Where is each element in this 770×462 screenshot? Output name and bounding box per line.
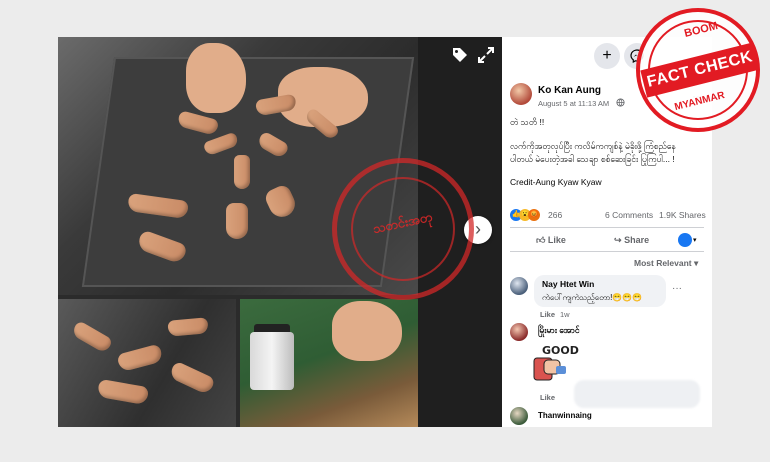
share-label: Share (624, 235, 650, 245)
fake-finger (234, 155, 250, 189)
comment-count[interactable]: 6 Comments (605, 210, 653, 220)
chevron-down-icon[interactable]: ▾ (693, 236, 697, 244)
comment-time: 1w (560, 310, 570, 319)
fake-finger (226, 203, 248, 239)
hand-ink (332, 301, 402, 361)
comment-like-link[interactable]: Like (540, 393, 555, 402)
commenter-avatar[interactable] (510, 323, 528, 341)
divider (510, 251, 704, 252)
globe-icon (616, 98, 625, 109)
good-sticker: GOOD (530, 340, 582, 384)
fake-finger (96, 378, 150, 406)
photo-fingers-closeup (58, 299, 236, 427)
reaction-count[interactable]: 266 (548, 210, 562, 220)
fake-finger (70, 320, 114, 354)
share-arrow-icon: ↪ (614, 235, 622, 245)
like-label: Like (547, 235, 566, 245)
comment-like-link[interactable]: Like (540, 310, 555, 319)
fake-finger (167, 317, 209, 337)
post-credit: Credit-Aung Kyaw Kyaw (510, 177, 602, 187)
fake-finger (116, 343, 164, 373)
share-button[interactable]: ↪ Share (614, 235, 649, 246)
commenter-avatar[interactable] (510, 277, 528, 295)
add-button[interactable]: + (594, 43, 620, 69)
sort-comments-dropdown[interactable]: Most Relevant ▾ (634, 258, 698, 269)
thumbs-up-icon: 👍︎ (536, 235, 546, 245)
sticker-text: GOOD (542, 344, 579, 357)
audience-selector[interactable] (678, 233, 692, 247)
author-avatar[interactable] (510, 83, 532, 105)
commenter-name[interactable]: Thanwinnaing (538, 411, 592, 420)
screenshot-stage: › သတင်းအတု + Ko Kan Aung August 5 at 11:… (0, 0, 770, 462)
comment-text: ကဲပေါ်ကျကဲသည့်တော!😁😁😁 (542, 293, 643, 302)
tag-icon[interactable] (450, 46, 470, 66)
hand-left (186, 43, 246, 113)
like-button[interactable]: 👍︎ Like (536, 235, 566, 246)
commenter-avatar[interactable] (510, 407, 528, 425)
post-text-line3: ပါတယ် မဲပေးတဲ့အခါ သေချာ စစ်ဆေးခြင်း ပြုက… (510, 154, 675, 164)
fake-finger (168, 360, 216, 396)
commenter-name[interactable]: Nay Htet Win (542, 279, 594, 289)
post-timestamp[interactable]: August 5 at 11:13 AM (538, 99, 609, 108)
share-count[interactable]: 1.9K Shares (659, 210, 706, 220)
blurred-reply (574, 380, 700, 408)
chevron-down-icon: ▾ (694, 258, 699, 268)
ellipsis-icon[interactable]: ··· (672, 283, 682, 294)
fact-check-badge: BOOM FACT CHECK MYANMAR (636, 8, 760, 132)
commenter-name[interactable]: မြိုးမား အောင် (538, 325, 580, 338)
post-text-line2: လက်ကိုအတုလုပ်ပြီး ကလိမ်ကကျစ်နဲ့ မဲခိုးဖိ… (510, 141, 676, 151)
divider (510, 227, 704, 228)
sort-label: Most Relevant (634, 258, 692, 268)
angry-reaction-icon: 😡 (528, 209, 540, 221)
watermark-stamp: သတင်းအတု (332, 158, 474, 300)
ink-bottle (250, 332, 294, 390)
expand-icon[interactable] (476, 46, 496, 66)
author-name[interactable]: Ko Kan Aung (538, 85, 601, 96)
post-text-line1: တဲ သတိ !! (510, 117, 545, 127)
